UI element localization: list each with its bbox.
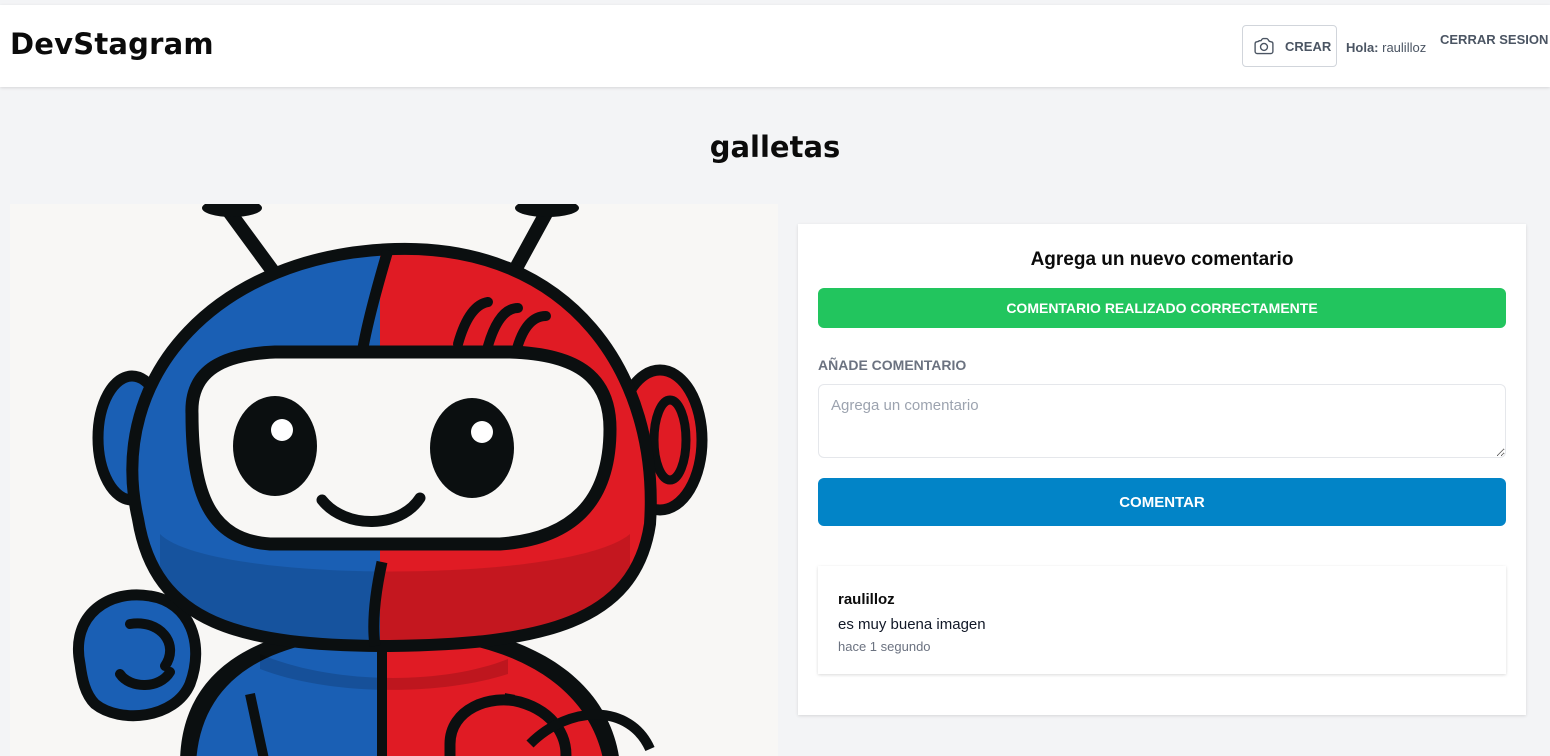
post-image bbox=[10, 204, 778, 756]
robot-mascot-illustration bbox=[73, 204, 708, 756]
brand-logo[interactable]: DevStagram bbox=[10, 27, 214, 61]
submit-comment-button[interactable]: COMENTAR bbox=[818, 478, 1506, 526]
greeting: Hola: raulilloz bbox=[1346, 40, 1426, 55]
logout-button[interactable]: CERRAR SESION bbox=[1440, 32, 1548, 47]
greeting-prefix: Hola: bbox=[1346, 40, 1379, 55]
comment-field-label: AÑADE COMENTARIO bbox=[818, 357, 967, 373]
create-post-button[interactable]: CREAR bbox=[1242, 25, 1337, 67]
comment-timestamp: hace 1 segundo bbox=[838, 639, 931, 654]
success-alert: COMENTARIO REALIZADO CORRECTAMENTE bbox=[818, 288, 1506, 328]
comment-textarea[interactable] bbox=[818, 384, 1506, 458]
comment-text: es muy buena imagen bbox=[838, 616, 986, 633]
comment-author-link[interactable]: raulilloz bbox=[838, 591, 895, 608]
username-link[interactable]: raulilloz bbox=[1382, 40, 1426, 55]
comment-item: raulilloz es muy buena imagen hace 1 seg… bbox=[818, 566, 1506, 674]
top-navbar: DevStagram CREAR Hola: raulilloz CERRAR … bbox=[0, 5, 1550, 87]
comment-card: Agrega un nuevo comentario COMENTARIO RE… bbox=[798, 224, 1526, 715]
camera-icon bbox=[1254, 37, 1274, 55]
comment-form-heading: Agrega un nuevo comentario bbox=[1030, 249, 1294, 270]
create-label: CREAR bbox=[1285, 38, 1332, 54]
post-title: galletas bbox=[709, 130, 841, 164]
